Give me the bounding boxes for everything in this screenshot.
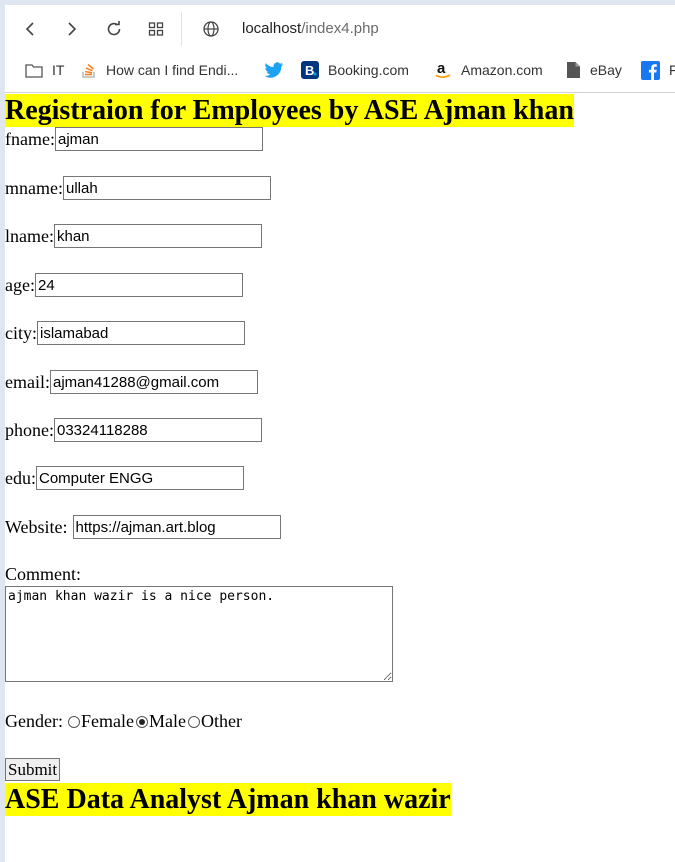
svg-text:B: B	[305, 63, 314, 78]
gender-male-label: Male	[148, 711, 186, 731]
stackoverflow-icon	[81, 61, 97, 79]
gender-male-radio[interactable]	[135, 715, 148, 728]
phone-row: phone:	[5, 418, 262, 442]
email-label: email:	[5, 371, 50, 392]
age-label: age:	[5, 274, 35, 295]
tabs-grid-button[interactable]	[143, 16, 169, 42]
refresh-button[interactable]	[101, 16, 127, 42]
browser-toolbar: localhost/index4.php IT How can I find E…	[5, 0, 675, 93]
amazon-icon: a	[434, 61, 452, 79]
lname-label: lname:	[5, 225, 54, 246]
site-info-button[interactable]	[198, 16, 224, 42]
mname-row: mname:	[5, 176, 271, 200]
edu-label: edu:	[5, 467, 36, 488]
facebook-icon	[641, 60, 660, 80]
website-input[interactable]	[72, 515, 281, 539]
submit-button[interactable]: Submit	[5, 758, 61, 781]
comment-textarea[interactable]: ajman khan wazir is a nice person.	[5, 586, 393, 682]
city-row: city:	[5, 321, 245, 345]
gender-label: Gender:	[5, 711, 63, 731]
address-bar[interactable]: localhost/index4.php	[242, 20, 379, 37]
bookmark-label: How can I find Endi...	[106, 62, 239, 78]
page-title: Registraion for Employees by ASE Ajman k…	[5, 94, 574, 127]
bookmark-ebay[interactable]: eBay	[566, 59, 622, 81]
refresh-icon	[107, 21, 121, 36]
bookmark-label: Booking.com	[328, 62, 409, 78]
gender-row: Gender: Female Male Other	[5, 711, 242, 732]
tab-strip-edge	[5, 0, 675, 5]
comment-label: Comment:	[5, 564, 81, 584]
city-label: city:	[5, 322, 37, 343]
comment-row: Comment:	[5, 564, 81, 585]
forward-button[interactable]	[58, 16, 84, 42]
fname-label: fname:	[5, 128, 55, 149]
back-button[interactable]	[18, 16, 44, 42]
twitter-icon	[264, 61, 284, 79]
gender-other-radio[interactable]	[187, 715, 200, 728]
email-row: email:	[5, 370, 258, 394]
lname-row: lname:	[5, 224, 262, 248]
bookmark-stackoverflow[interactable]: How can I find Endi...	[81, 59, 238, 81]
gender-female-radio[interactable]	[67, 715, 80, 728]
gender-female-label: Female	[80, 711, 134, 731]
mname-label: mname:	[5, 177, 63, 198]
website-row: Website:	[5, 515, 281, 539]
document-icon	[566, 61, 581, 79]
svg-text:a: a	[437, 61, 446, 77]
fname-input[interactable]	[54, 127, 263, 151]
url-path: /index4.php	[301, 20, 379, 37]
bookmark-label: eBay	[590, 62, 622, 78]
bookmark-it[interactable]: IT	[25, 59, 64, 81]
fname-row: fname:	[5, 127, 263, 151]
bookmark-twitter[interactable]	[264, 59, 293, 81]
bookmark-label: F	[669, 62, 675, 78]
url-host: localhost	[242, 20, 302, 37]
lname-input[interactable]	[53, 224, 262, 248]
gender-other-label: Other	[200, 711, 242, 731]
edu-input[interactable]	[36, 466, 244, 490]
grid-icon	[148, 22, 164, 36]
mname-input[interactable]	[62, 176, 271, 200]
bookmark-amazon[interactable]: a Amazon.com	[434, 59, 543, 81]
forward-arrow-icon	[68, 22, 77, 36]
age-input[interactable]	[34, 273, 243, 297]
booking-icon: B	[301, 61, 319, 79]
folder-icon	[25, 63, 43, 78]
footer-heading: ASE Data Analyst Ajman khan wazir	[5, 783, 451, 816]
globe-icon	[203, 21, 219, 37]
back-arrow-icon	[25, 22, 34, 36]
phone-input[interactable]	[54, 418, 262, 442]
edu-row: edu:	[5, 466, 244, 490]
age-row: age:	[5, 273, 243, 297]
toolbar-divider	[181, 12, 182, 46]
city-input[interactable]	[37, 321, 245, 345]
bookmark-label: IT	[52, 62, 65, 78]
website-label: Website:	[5, 516, 68, 537]
email-input[interactable]	[49, 370, 258, 394]
bookmark-booking[interactable]: B Booking.com	[301, 59, 409, 81]
phone-label: phone:	[5, 419, 54, 440]
bookmark-label: Amazon.com	[461, 62, 543, 78]
bookmark-facebook[interactable]: F	[641, 59, 675, 81]
